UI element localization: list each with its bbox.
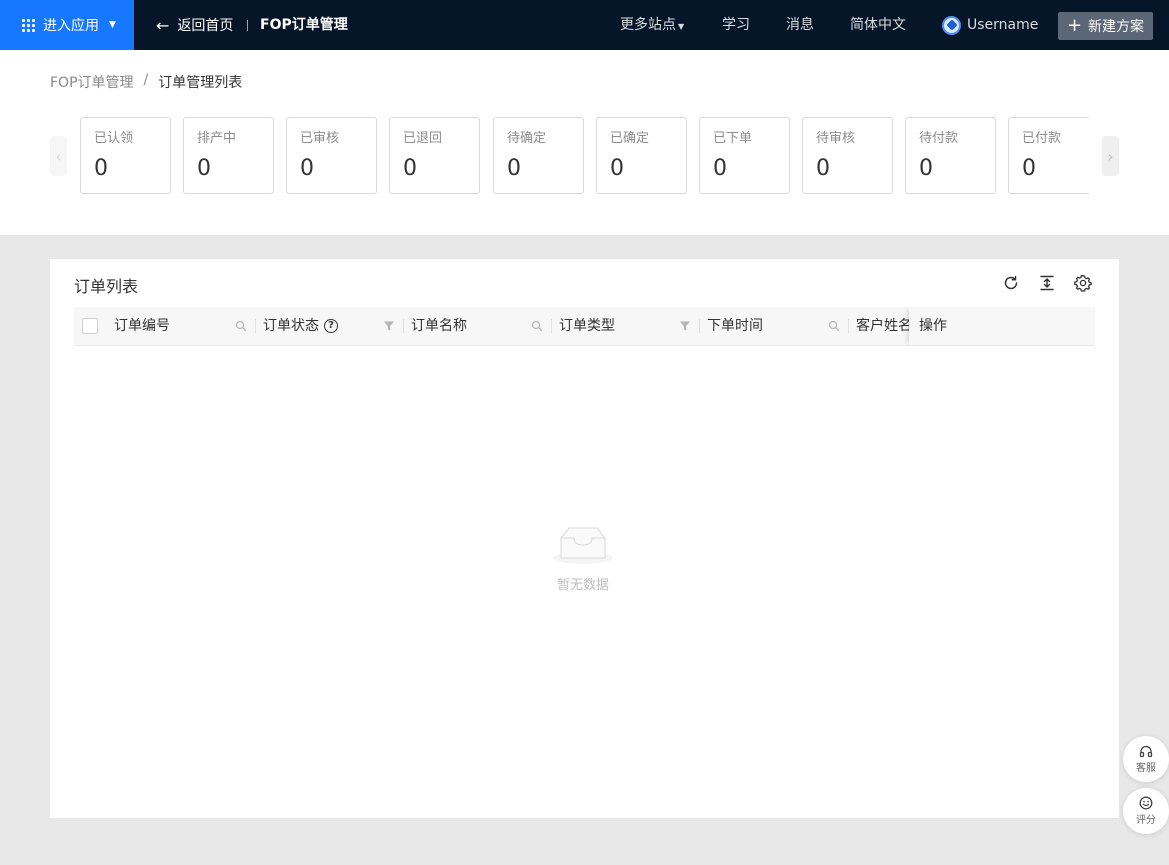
status-card[interactable]: 排产中 0 — [183, 117, 274, 194]
enter-apps-button[interactable]: 进入应用 ▼ — [0, 0, 134, 50]
empty-text: 暂无数据 — [556, 578, 609, 593]
username: Username — [967, 17, 1039, 33]
column-divider — [255, 319, 256, 333]
empty-inbox-icon — [553, 527, 613, 564]
order-list-panel: 订单列表 订单编号 订单状态? 订单名称 订单类型 下单时间 客户姓名 操作 暂… — [50, 259, 1119, 818]
nav-messages[interactable]: 消息 — [786, 0, 814, 50]
apps-grid-icon — [22, 18, 35, 32]
status-card[interactable]: 已付款 0 — [1008, 117, 1089, 194]
column-actions: 操作 — [919, 318, 947, 334]
back-home-label: 返回首页 — [177, 18, 234, 34]
breadcrumb-current: 订单管理列表 — [158, 75, 243, 91]
customer-service-label: 客服 — [1136, 762, 1156, 774]
search-icon[interactable] — [235, 320, 247, 332]
chevron-right-icon: › — [1107, 146, 1114, 166]
status-card-label: 已认领 — [94, 131, 134, 146]
status-card-label: 待审核 — [816, 131, 856, 146]
status-card[interactable]: 已下单 0 — [699, 117, 790, 194]
column-divider — [403, 319, 404, 333]
arrow-left-icon: ← — [156, 15, 170, 35]
carousel-prev-button[interactable]: ‹ — [50, 136, 67, 176]
breadcrumb-root[interactable]: FOP订单管理 — [50, 72, 134, 92]
enter-apps-label: 进入应用 — [43, 18, 99, 34]
gear-icon[interactable] — [1074, 274, 1092, 292]
status-card-value: 0 — [94, 156, 108, 181]
column-order-type[interactable]: 订单类型 — [559, 307, 615, 345]
status-card-value: 0 — [197, 156, 211, 181]
help-icon[interactable]: ? — [324, 319, 338, 333]
status-card-value: 0 — [507, 156, 521, 181]
status-card-label: 已确定 — [610, 131, 650, 146]
column-order-time[interactable]: 下单时间 — [707, 307, 763, 345]
avatar — [942, 15, 961, 35]
panel-title: 订单列表 — [74, 277, 139, 296]
caret-down-icon: ▼ — [109, 20, 116, 30]
user-menu[interactable]: Username — [942, 0, 1038, 50]
fixed-actions-column: 操作 — [909, 307, 1095, 345]
column-customer-name[interactable]: 客户姓名 — [856, 307, 909, 345]
column-order-no[interactable]: 订单编号 — [114, 307, 170, 345]
status-card-label: 待付款 — [919, 131, 959, 146]
nav-learn[interactable]: 学习 — [722, 0, 750, 50]
column-order-status[interactable]: 订单状态? — [263, 307, 338, 345]
nav-more-sites-label: 更多站点 — [620, 17, 676, 33]
status-card-value: 0 — [919, 156, 933, 181]
column-divider — [551, 319, 552, 333]
status-card[interactable]: 已审核 0 — [286, 117, 377, 194]
column-divider — [848, 319, 849, 333]
caret-down-icon: ▼ — [678, 22, 685, 31]
breadcrumb: FOP订单管理 / 订单管理列表 — [50, 72, 242, 92]
search-icon[interactable] — [828, 320, 840, 332]
status-cards: 已认领 0 排产中 0 已审核 0 已退回 0 待确定 0 已确定 0 已下单 … — [80, 117, 1089, 197]
app-title: FOP订单管理 — [260, 17, 348, 33]
filter-icon[interactable] — [383, 320, 395, 332]
status-card-label: 已付款 — [1022, 131, 1062, 146]
status-card-label: 待确定 — [507, 131, 547, 146]
status-card-label: 排产中 — [197, 131, 237, 146]
headset-icon — [1139, 745, 1153, 757]
column-divider — [699, 319, 700, 333]
status-card-value: 0 — [300, 156, 314, 181]
status-card-label: 已审核 — [300, 131, 340, 146]
status-card-value: 0 — [403, 156, 417, 181]
status-card[interactable]: 已确定 0 — [596, 117, 687, 194]
refresh-icon[interactable] — [1002, 274, 1020, 292]
filter-icon[interactable] — [679, 320, 691, 332]
plus-icon: + — [1066, 15, 1083, 36]
table-header: 订单编号 订单状态? 订单名称 订单类型 下单时间 客户姓名 操作 — [74, 307, 1095, 346]
status-card[interactable]: 已退回 0 — [389, 117, 480, 194]
status-card-value: 0 — [610, 156, 624, 181]
top-navbar: 进入应用 ▼ ← 返回首页 FOP订单管理 更多站点 ▼ 学习 消息 简体中文 U… — [0, 0, 1169, 50]
column-height-icon[interactable] — [1038, 274, 1056, 292]
breadcrumb-separator: / — [143, 72, 149, 88]
rating-button[interactable]: 评分 — [1123, 788, 1169, 834]
status-card[interactable]: 待付款 0 — [905, 117, 996, 194]
carousel-next-button[interactable]: › — [1102, 136, 1119, 176]
nav-more-sites[interactable]: 更多站点 ▼ — [620, 0, 684, 50]
status-card-label: 已退回 — [403, 131, 443, 146]
status-card-value: 0 — [1022, 156, 1036, 181]
column-order-status-label: 订单状态 — [263, 318, 319, 334]
empty-state: 暂无数据 — [533, 524, 633, 593]
chevron-left-icon: ‹ — [55, 146, 62, 166]
status-card[interactable]: 待审核 0 — [802, 117, 893, 194]
smile-icon — [1139, 796, 1153, 810]
status-card[interactable]: 待确定 0 — [493, 117, 584, 194]
new-plan-button[interactable]: + 新建方案 — [1058, 12, 1153, 40]
status-card-value: 0 — [816, 156, 830, 181]
search-icon[interactable] — [531, 320, 543, 332]
rating-label: 评分 — [1136, 815, 1156, 826]
back-home-link[interactable]: ← 返回首页 — [156, 0, 233, 50]
customer-service-button[interactable]: 客服 — [1123, 736, 1169, 782]
new-plan-label: 新建方案 — [1088, 19, 1145, 35]
status-card-value: 0 — [713, 156, 727, 181]
divider — [247, 20, 248, 31]
header-panel: FOP订单管理 / 订单管理列表 ‹ 已认领 0 排产中 0 已审核 0 已退回… — [0, 50, 1169, 235]
select-all-checkbox[interactable] — [82, 318, 98, 334]
column-order-name[interactable]: 订单名称 — [411, 307, 467, 345]
nav-language[interactable]: 简体中文 — [850, 0, 906, 50]
status-card[interactable]: 已认领 0 — [80, 117, 171, 194]
status-card-label: 已下单 — [713, 131, 753, 146]
